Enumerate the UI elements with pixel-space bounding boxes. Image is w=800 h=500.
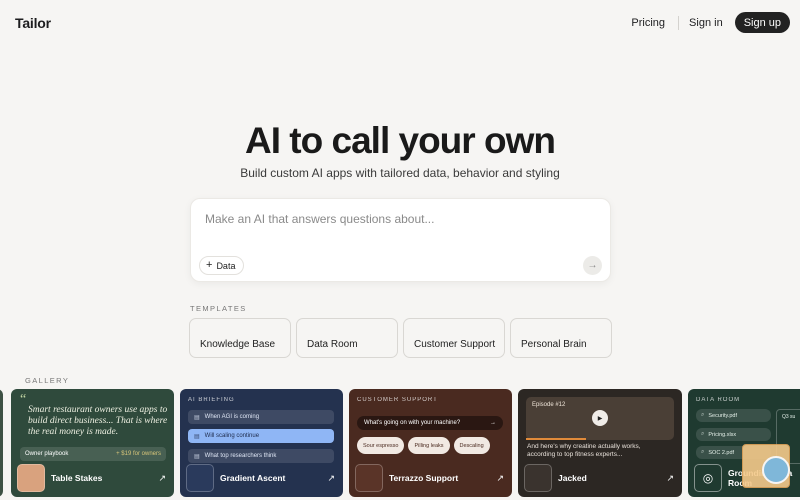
add-data-label: Data (216, 260, 236, 271)
video-progress-bar (526, 438, 586, 440)
briefing-row-active: ▤ Will scaling continue (188, 429, 334, 443)
template-personal-brain[interactable]: Personal Brain (510, 318, 612, 358)
templates-label: TEMPLATES (190, 304, 247, 313)
signup-button[interactable]: Sign up (734, 12, 790, 33)
playbook-bar: Owner playbook + $19 for owners (20, 447, 166, 461)
video-caption: And here's why creatine actually works, … (527, 443, 641, 458)
briefing-text: When AGI is coming (204, 414, 260, 420)
card-name: Table Stakes (51, 473, 103, 483)
briefing-row: ▤ What top researchers think (188, 449, 334, 463)
template-data-room[interactable]: Data Room (296, 318, 398, 358)
support-chips: Sour espresso Pilling leaks Descaling (357, 437, 490, 454)
file-name: SOC 2.pdf (708, 449, 735, 456)
gallery-strip[interactable]: “ Smart restaurant owners use apps to bu… (0, 389, 800, 500)
card-tag: AI BRIEFING (188, 397, 235, 403)
document-icon: ▤ (194, 433, 200, 440)
send-button[interactable]: → (583, 256, 602, 275)
briefing-text: Will scaling continue (204, 433, 260, 439)
gallery-card-partial[interactable] (0, 389, 3, 497)
template-customer-support[interactable]: Customer Support (403, 318, 505, 358)
paperclip-icon: ⌕ (701, 431, 705, 437)
quote-icon: “ (20, 392, 27, 407)
briefing-text: What top researchers think (204, 453, 277, 459)
paperclip-icon: ⌕ (701, 449, 705, 455)
nav-pricing-link[interactable]: Pricing (631, 17, 665, 29)
card-tag: CUSTOMER SUPPORT (357, 397, 438, 403)
template-label: Data Room (307, 339, 358, 350)
hero-title: AI to call your own (245, 120, 556, 161)
template-label: Personal Brain (521, 339, 587, 350)
template-label: Knowledge Base (200, 339, 276, 350)
support-question: What's going on with your machine? → (357, 416, 503, 430)
gallery-card-terrazzo-support[interactable]: CUSTOMER SUPPORT What's going on with yo… (349, 389, 512, 497)
card-footer: Table Stakes ↗ (17, 464, 166, 492)
arrow-up-right-icon: ↗ (327, 472, 335, 483)
card-footer: Terrazzo Support ↗ (355, 464, 504, 492)
top-nav: Pricing Sign in Sign up (631, 12, 790, 33)
file-row: ⌕ Pricing.xlsx (696, 428, 771, 441)
support-chip: Descaling (453, 437, 490, 454)
video-preview: Episode #12 ▶ (526, 397, 674, 440)
plus-icon: + (206, 259, 213, 271)
card-thumbnail (186, 464, 214, 492)
arrow-up-right-icon: ↗ (158, 472, 166, 483)
prompt-box: + Data → (190, 198, 611, 282)
gallery-card-gradient-ascent[interactable]: AI BRIEFING ▤ When AGI is coming ▤ Will sc… (180, 389, 343, 497)
template-knowledge-base[interactable]: Knowledge Base (189, 318, 291, 358)
template-label: Customer Support (414, 339, 496, 350)
card-name: Gradient Ascent (220, 473, 286, 483)
document-icon: ▤ (194, 414, 200, 421)
playbook-label: Owner playbook (25, 451, 69, 457)
card-thumbnail (524, 464, 552, 492)
templates-list: Knowledge Base Data Room Customer Suppor… (189, 318, 612, 358)
file-name: Security.pdf (708, 412, 738, 419)
document-icon: ▤ (194, 453, 200, 460)
gallery-card-jacked[interactable]: Episode #12 ▶ And here's why creatine ac… (518, 389, 682, 497)
arrow-right-icon: → (587, 260, 598, 271)
spiral-logo-icon: ◎ (694, 464, 722, 492)
gallery-label: GALLERY (25, 376, 70, 385)
episode-label: Episode #12 (532, 402, 566, 408)
support-chip: Sour espresso (357, 437, 405, 454)
card-thumbnail (355, 464, 383, 492)
card-name: Terrazzo Support (389, 473, 459, 483)
file-name: Pricing.xlsx (708, 431, 737, 438)
card-quote: Smart restaurant owners use apps to buil… (28, 405, 168, 437)
nav-divider (678, 15, 680, 30)
support-chip: Pilling leaks (408, 437, 450, 454)
brand-logo[interactable]: Tailor (15, 15, 51, 31)
play-icon: ▶ (592, 410, 608, 426)
briefing-row: ▤ When AGI is coming (188, 410, 334, 424)
nav-signin-link[interactable]: Sign in (689, 17, 723, 29)
file-row: ⌕ Security.pdf (696, 409, 771, 422)
preview-panel-text: Q3 su (782, 414, 796, 420)
prompt-input[interactable] (205, 212, 585, 226)
paperclip-icon: ⌕ (701, 412, 705, 418)
arrow-up-right-icon: ↗ (496, 472, 504, 483)
arrow-right-icon: → (490, 420, 496, 426)
card-name: Jacked (558, 473, 587, 483)
gallery-card-table-stakes[interactable]: “ Smart restaurant owners use apps to bu… (11, 389, 174, 497)
playbook-price: + $19 for owners (116, 451, 161, 457)
card-tag: DATA ROOM (696, 397, 741, 403)
add-data-button[interactable]: + Data (199, 256, 245, 275)
card-footer: Gradient Ascent ↗ (186, 464, 335, 492)
card-footer: Jacked ↗ (524, 464, 674, 492)
arrow-up-right-icon: ↗ (666, 472, 674, 483)
avatar (17, 464, 45, 492)
hero-subtitle: Build custom AI apps with tailored data,… (240, 166, 560, 180)
chat-widget-button[interactable] (762, 456, 790, 484)
support-question-text: What's going on with your machine? (364, 420, 461, 426)
